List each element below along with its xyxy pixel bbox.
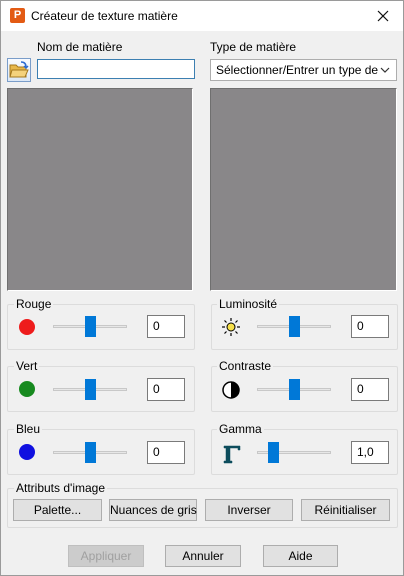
contrast-slider-thumb[interactable] bbox=[289, 379, 300, 400]
invert-button[interactable]: Inverser bbox=[205, 499, 293, 521]
red-value-input[interactable]: 0 bbox=[147, 315, 185, 338]
app-icon: P bbox=[10, 8, 25, 23]
image-attributes-label: Attributs d'image bbox=[14, 481, 107, 495]
window-title: Créateur de texture matière bbox=[31, 9, 178, 23]
grayscale-button[interactable]: Nuances de gris bbox=[109, 499, 197, 521]
green-label: Vert bbox=[14, 359, 40, 373]
help-button[interactable]: Aide bbox=[263, 545, 338, 567]
blue-slider-thumb[interactable] bbox=[85, 442, 96, 463]
material-name-input[interactable] bbox=[37, 59, 195, 79]
red-color-icon bbox=[19, 319, 35, 335]
chevron-down-icon bbox=[380, 60, 392, 80]
brightness-slider-thumb[interactable] bbox=[289, 316, 300, 337]
gamma-slider-thumb[interactable] bbox=[268, 442, 279, 463]
contrast-label: Contraste bbox=[217, 359, 274, 373]
green-color-icon bbox=[19, 381, 35, 397]
brightness-icon bbox=[222, 318, 240, 336]
gamma-value-input[interactable]: 1,0 bbox=[351, 441, 389, 464]
palette-button[interactable]: Palette... bbox=[13, 499, 102, 521]
red-slider-thumb[interactable] bbox=[85, 316, 96, 337]
gamma-icon bbox=[223, 445, 241, 464]
title-bar: P Créateur de texture matière bbox=[1, 1, 403, 31]
brightness-label: Luminosité bbox=[217, 297, 280, 311]
cancel-button[interactable]: Annuler bbox=[165, 545, 241, 567]
blue-value-input[interactable]: 0 bbox=[147, 441, 185, 464]
material-type-value: Sélectionner/Entrer un type de bbox=[216, 63, 379, 77]
blue-label: Bleu bbox=[14, 422, 43, 436]
original-texture-preview bbox=[7, 88, 193, 291]
green-value-input[interactable]: 0 bbox=[147, 378, 185, 401]
result-texture-preview bbox=[210, 88, 397, 291]
close-button[interactable] bbox=[369, 5, 397, 27]
material-name-label: Nom de matière bbox=[37, 40, 123, 54]
brightness-value-input[interactable]: 0 bbox=[351, 315, 389, 338]
blue-color-icon bbox=[19, 444, 35, 460]
red-label: Rouge bbox=[14, 297, 54, 311]
reset-button[interactable]: Réinitialiser bbox=[301, 499, 390, 521]
gamma-label: Gamma bbox=[217, 422, 264, 436]
material-type-label: Type de matière bbox=[210, 40, 297, 54]
material-type-select[interactable]: Sélectionner/Entrer un type de bbox=[210, 59, 397, 81]
contrast-value-input[interactable]: 0 bbox=[351, 378, 389, 401]
open-folder-button[interactable] bbox=[7, 58, 31, 82]
close-icon bbox=[377, 10, 389, 22]
green-slider-thumb[interactable] bbox=[85, 379, 96, 400]
open-folder-icon bbox=[9, 61, 29, 78]
apply-button[interactable]: Appliquer bbox=[68, 545, 144, 567]
contrast-icon bbox=[222, 381, 240, 399]
